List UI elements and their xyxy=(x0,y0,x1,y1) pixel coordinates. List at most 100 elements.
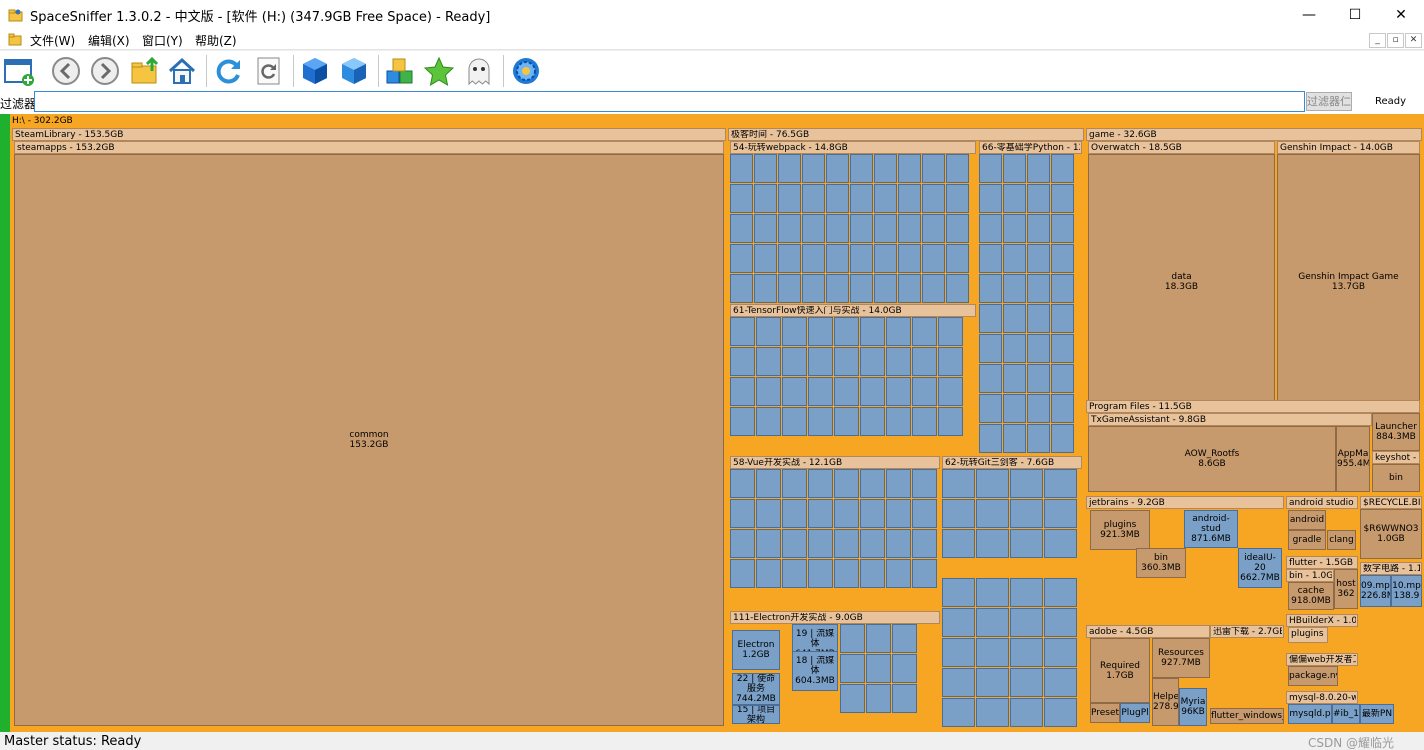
file-tile[interactable] xyxy=(946,214,969,243)
folder-header[interactable]: $RECYCLE.BI xyxy=(1360,496,1422,509)
folder-header[interactable]: keyshot - 5 xyxy=(1372,451,1420,464)
file-tile[interactable] xyxy=(782,559,807,588)
file-tile[interactable] xyxy=(730,469,755,498)
file-tile[interactable] xyxy=(834,499,859,528)
file-tile[interactable] xyxy=(912,529,937,558)
treemap-tile[interactable]: bin xyxy=(1372,464,1420,492)
file-tile[interactable] xyxy=(1010,469,1043,498)
file-tile[interactable] xyxy=(778,184,801,213)
file-tile[interactable] xyxy=(834,317,859,346)
folder-header[interactable]: adobe - 4.5GB xyxy=(1086,625,1210,638)
treemap-tile[interactable]: Presets xyxy=(1090,703,1120,723)
file-tile[interactable] xyxy=(1027,334,1050,363)
file-tile[interactable] xyxy=(730,529,755,558)
mdi-close-button[interactable]: ✕ xyxy=(1405,33,1422,48)
treemap-tile[interactable]: android xyxy=(1288,510,1326,530)
file-tile[interactable] xyxy=(886,317,911,346)
file-tile[interactable] xyxy=(1051,334,1074,363)
file-tile[interactable] xyxy=(1003,184,1026,213)
folder-header[interactable]: game - 32.6GB xyxy=(1086,128,1422,141)
file-tile[interactable] xyxy=(834,347,859,376)
file-tile[interactable] xyxy=(834,377,859,406)
file-tile[interactable] xyxy=(886,499,911,528)
file-tile[interactable] xyxy=(886,377,911,406)
file-tile[interactable] xyxy=(1044,608,1077,637)
mdi-restore-button[interactable]: ▫ xyxy=(1387,33,1404,48)
minimize-button[interactable]: — xyxy=(1286,0,1332,30)
file-tile[interactable] xyxy=(1044,499,1077,528)
file-tile[interactable] xyxy=(886,347,911,376)
file-tile[interactable] xyxy=(1003,274,1026,303)
file-tile[interactable] xyxy=(886,559,911,588)
file-tile[interactable] xyxy=(756,559,781,588)
file-tile[interactable] xyxy=(782,407,807,436)
file-tile[interactable] xyxy=(860,499,885,528)
file-tile[interactable] xyxy=(1051,214,1074,243)
file-tile[interactable] xyxy=(802,154,825,183)
folder-header[interactable]: 58-Vue开发实战 - 12.1GB xyxy=(730,456,940,469)
file-tile[interactable] xyxy=(834,469,859,498)
file-tile[interactable] xyxy=(860,559,885,588)
file-tile[interactable] xyxy=(756,347,781,376)
filter-apply-button[interactable]: 过滤器仁 xyxy=(1306,92,1352,111)
file-tile[interactable] xyxy=(922,244,945,273)
file-tile[interactable] xyxy=(1003,394,1026,423)
file-tile[interactable] xyxy=(730,154,753,183)
folder-header[interactable]: plugins - xyxy=(1288,627,1328,643)
file-tile[interactable] xyxy=(976,698,1009,727)
file-tile[interactable] xyxy=(912,377,937,406)
file-tile[interactable] xyxy=(942,608,975,637)
file-tile[interactable] xyxy=(782,529,807,558)
file-tile[interactable] xyxy=(874,274,897,303)
file-tile[interactable] xyxy=(942,638,975,667)
treemap-tile[interactable]: clang xyxy=(1327,530,1356,550)
file-tile[interactable] xyxy=(1051,364,1074,393)
file-tile[interactable] xyxy=(782,317,807,346)
file-tile[interactable] xyxy=(1010,668,1043,697)
file-tile[interactable] xyxy=(730,244,753,273)
file-tile[interactable] xyxy=(778,274,801,303)
treemap-view[interactable]: H:\ - 302.2GB SteamLibrary - 153.5GB stea… xyxy=(0,114,1424,732)
treemap-tile[interactable]: package.nv xyxy=(1288,666,1338,686)
ghost-icon[interactable] xyxy=(464,56,494,86)
file-tile[interactable] xyxy=(1051,154,1074,183)
menu-file[interactable]: 文件(W) xyxy=(30,32,75,49)
file-tile[interactable] xyxy=(1044,698,1077,727)
file-tile[interactable] xyxy=(942,499,975,528)
folder-header[interactable]: bin - 1.0GE xyxy=(1286,569,1334,582)
file-tile[interactable] xyxy=(1051,424,1074,453)
file-tile[interactable] xyxy=(976,469,1009,498)
refresh-all-icon[interactable] xyxy=(254,56,284,86)
file-tile[interactable] xyxy=(938,407,963,436)
file-tile[interactable] xyxy=(1051,184,1074,213)
file-tile[interactable] xyxy=(942,469,975,498)
folder-header[interactable]: 极客时间 - 76.5GB xyxy=(728,128,1084,141)
file-tile[interactable] xyxy=(922,184,945,213)
file-tile[interactable] xyxy=(730,317,755,346)
file-tile[interactable] xyxy=(922,274,945,303)
treemap-tile[interactable]: 18 | 流媒体 604.3MB xyxy=(792,651,838,691)
mdi-minimize-button[interactable]: _ xyxy=(1369,33,1386,48)
file-tile[interactable] xyxy=(826,244,849,273)
file-tile[interactable] xyxy=(840,654,865,683)
file-tile[interactable] xyxy=(892,654,917,683)
file-tile[interactable] xyxy=(782,469,807,498)
file-tile[interactable] xyxy=(1044,578,1077,607)
treemap-tile[interactable]: gradle xyxy=(1288,530,1326,550)
file-tile[interactable] xyxy=(874,244,897,273)
folder-header[interactable]: Program Files - 11.5GB xyxy=(1086,400,1420,413)
back-icon[interactable] xyxy=(51,56,81,86)
cube-icon[interactable] xyxy=(300,56,330,86)
folder-header[interactable]: steamapps - 153.2GB xyxy=(14,141,724,154)
file-tile[interactable] xyxy=(826,184,849,213)
file-tile[interactable] xyxy=(1003,424,1026,453)
file-tile[interactable] xyxy=(1051,304,1074,333)
star-icon[interactable] xyxy=(424,56,454,86)
file-tile[interactable] xyxy=(782,347,807,376)
file-tile[interactable] xyxy=(1044,668,1077,697)
file-tile[interactable] xyxy=(850,184,873,213)
cube-outline-icon[interactable] xyxy=(339,56,369,86)
treemap-tile[interactable]: 10.mp 138.9 xyxy=(1391,575,1422,607)
treemap-tile[interactable]: ideaIU-20 662.7MB xyxy=(1238,548,1282,588)
file-tile[interactable] xyxy=(756,469,781,498)
